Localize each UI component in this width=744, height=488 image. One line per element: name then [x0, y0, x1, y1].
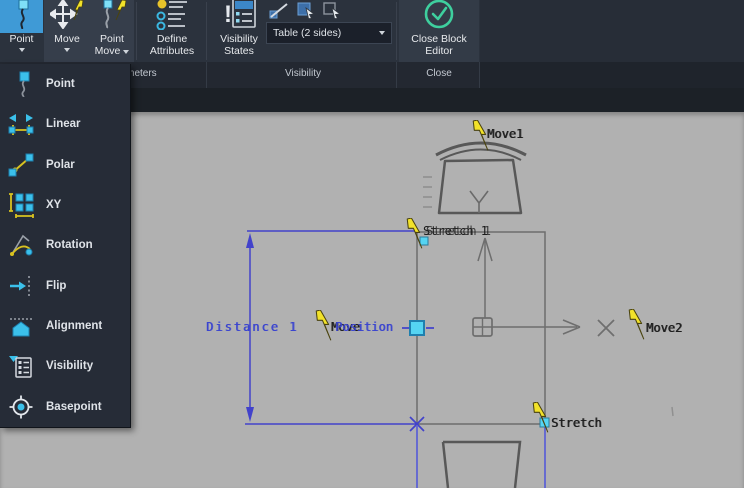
- menu-item-xy[interactable]: XY: [0, 185, 130, 225]
- menu-item-label: Linear: [46, 118, 81, 131]
- ribbon-empty-area: [480, 0, 744, 62]
- define-attributes-icon: [155, 0, 189, 35]
- menu-item-label: Visibility: [46, 360, 94, 373]
- ribbon-separator: [396, 2, 397, 60]
- menu-item-rotation[interactable]: Rotation: [0, 225, 130, 265]
- move-dropdown-arrow-icon[interactable]: [64, 48, 70, 52]
- point-parameter-icon: [9, 0, 35, 34]
- menu-item-point[interactable]: Point: [0, 64, 130, 104]
- menu-item-polar[interactable]: Polar: [0, 145, 130, 185]
- position-grip[interactable]: [409, 320, 425, 336]
- rotation-parameter-icon: [8, 232, 34, 258]
- polar-parameter-icon: [8, 152, 34, 178]
- visibility-state-dropdown-value: Table (2 sides): [273, 27, 342, 39]
- menu-item-linear[interactable]: Linear: [0, 104, 130, 144]
- make-invisible-button[interactable]: [322, 1, 344, 19]
- visibility-states-label-line2: States: [224, 45, 254, 57]
- distance-parameter-label[interactable]: Distance 1: [206, 320, 298, 334]
- point-move-icon: [96, 0, 128, 34]
- stretch1-action-label[interactable]: Stretch 1: [423, 224, 488, 238]
- move-action-ribbon-icon: [48, 0, 84, 34]
- visibility-state-dropdown[interactable]: Table (2 sides): [266, 22, 392, 44]
- move1-action-label[interactable]: Move1: [487, 127, 523, 141]
- stretch1-action-icon[interactable]: [406, 217, 424, 250]
- menu-item-label: XY: [46, 199, 62, 212]
- alignment-parameter-icon: [8, 313, 34, 339]
- make-visible-button[interactable]: [296, 1, 318, 19]
- menu-item-label: Alignment: [46, 320, 103, 333]
- block-editor-window: Move1 Stretch 1 Distance 1 Move Position…: [0, 0, 744, 488]
- position-parameter-label[interactable]: Position: [335, 320, 393, 334]
- define-attributes-button[interactable]: Define Attributes: [140, 0, 204, 62]
- panel-strip-separator: [206, 62, 207, 88]
- visibility-panel-label[interactable]: Visibility: [270, 68, 336, 79]
- visibility-parameter-icon: [8, 353, 34, 379]
- visibility-states-label-line1: Visibility: [220, 33, 258, 45]
- visibility-mode-button[interactable]: [268, 1, 290, 19]
- menu-item-label: Rotation: [46, 239, 93, 252]
- move-action-button[interactable]: Move: [45, 0, 89, 62]
- ribbon: Point Move Point Move Define Attributes …: [0, 0, 744, 62]
- close-panel-label[interactable]: Close: [410, 68, 468, 79]
- point-dropdown-arrow-icon[interactable]: [18, 48, 25, 52]
- define-attributes-label-line2: Attributes: [149, 45, 195, 57]
- ribbon-separator: [136, 2, 137, 60]
- point-parameter-icon: [8, 71, 34, 98]
- svg-text:!: !: [224, 1, 232, 28]
- point-move-button[interactable]: Point Move: [90, 0, 134, 62]
- menu-item-label: Polar: [46, 158, 75, 171]
- close-block-editor-label-line1: Close Block: [411, 33, 467, 45]
- close-block-editor-label-line2: Editor: [425, 45, 453, 57]
- move2-action-icon[interactable]: [628, 308, 646, 341]
- basepoint-parameter-icon: [8, 394, 34, 420]
- menu-item-label: Flip: [46, 279, 67, 292]
- panel-strip-separator: [396, 62, 397, 88]
- parameter-flyout-menu: Point Linear Polar XY Rotation Flip Alig…: [0, 64, 131, 428]
- linear-parameter-icon: [8, 111, 34, 137]
- stretch-action-label[interactable]: Stretch: [551, 416, 602, 430]
- move-button-label: Move: [54, 33, 80, 45]
- menu-item-flip[interactable]: Flip: [0, 266, 130, 306]
- point-parameter-button[interactable]: Point: [0, 0, 43, 62]
- point-move-label-line2: Move: [95, 45, 130, 57]
- menu-item-label: Basepoint: [46, 400, 102, 413]
- menu-item-basepoint[interactable]: Basepoint: [0, 387, 130, 427]
- ribbon-separator: [206, 2, 207, 60]
- flip-parameter-icon: [8, 273, 34, 299]
- stretch-action-icon[interactable]: [532, 401, 550, 434]
- close-block-editor-button[interactable]: Close Block Editor: [399, 0, 479, 62]
- define-attributes-label-line1: Define: [156, 33, 188, 45]
- visibility-states-icon: !: [221, 0, 257, 35]
- menu-item-visibility[interactable]: Visibility: [0, 346, 130, 386]
- visibility-dropdown-arrow-icon[interactable]: [379, 31, 385, 35]
- point-button-label: Point: [9, 33, 34, 45]
- point-move-label-line1: Point: [100, 33, 124, 45]
- panel-strip-empty: [480, 62, 744, 88]
- menu-item-alignment[interactable]: Alignment: [0, 306, 130, 346]
- visibility-states-button[interactable]: ! Visibility States: [210, 0, 268, 62]
- xy-parameter-icon: [8, 192, 34, 219]
- point-move-dropdown-arrow-icon[interactable]: [123, 50, 130, 54]
- panel-strip-separator: [479, 62, 480, 88]
- move2-action-label[interactable]: Move2: [646, 321, 682, 335]
- menu-item-label: Point: [46, 78, 75, 91]
- close-check-icon: [423, 0, 455, 35]
